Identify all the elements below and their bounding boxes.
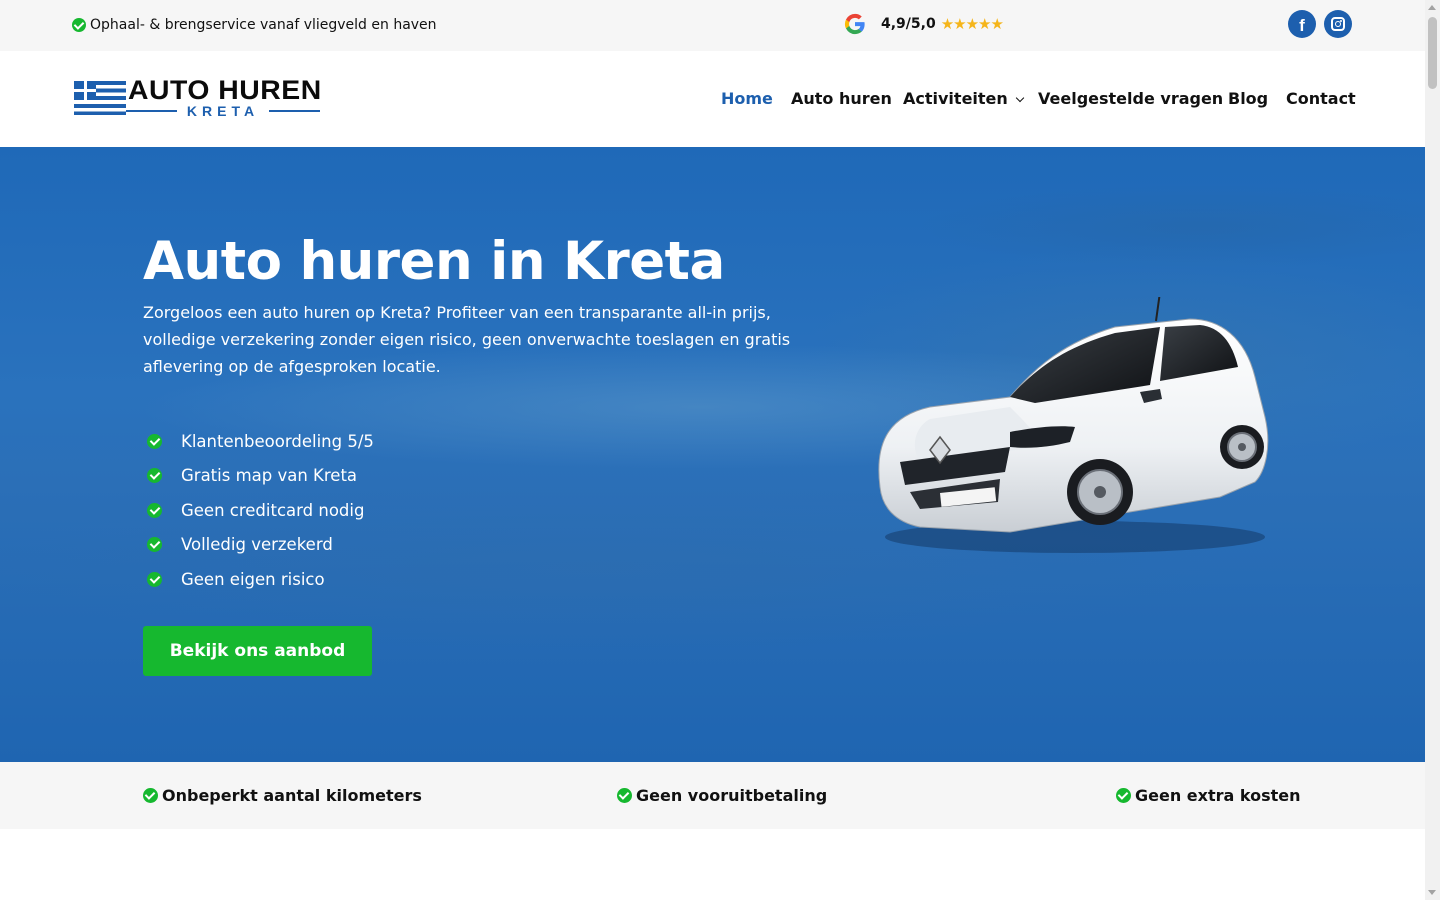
feature-text: Geen eigen risico bbox=[181, 569, 325, 589]
benefit-item: Geen extra kosten bbox=[1116, 786, 1301, 805]
nav-blog[interactable]: Blog bbox=[1228, 89, 1268, 108]
check-circle-icon bbox=[1116, 788, 1131, 803]
hero-section: Auto huren in Kreta Zorgeloos een auto h… bbox=[0, 147, 1425, 762]
view-offer-button[interactable]: Bekijk ons aanbod bbox=[143, 626, 372, 676]
google-rating: 4,9/5,0 ★★★★★ bbox=[844, 13, 1004, 35]
instagram-icon bbox=[1331, 17, 1345, 31]
promo-text: Ophaal- & brengservice vanaf vliegveld e… bbox=[90, 17, 437, 33]
feature-item: Geen creditcard nodig bbox=[147, 493, 374, 528]
site-header: AUTO HUREN KRETA Home Auto huren Activit… bbox=[0, 51, 1425, 147]
check-circle-icon bbox=[147, 537, 162, 553]
check-circle-icon bbox=[72, 18, 86, 32]
benefit-item: Geen vooruitbetaling bbox=[617, 786, 827, 805]
feature-text: Volledig verzekerd bbox=[181, 535, 333, 555]
benefit-text: Onbeperkt aantal kilometers bbox=[162, 786, 422, 805]
logo-subtitle-text: KRETA bbox=[186, 103, 260, 119]
check-circle-icon bbox=[147, 433, 162, 449]
instagram-button[interactable] bbox=[1324, 10, 1352, 38]
chevron-down-icon bbox=[1015, 93, 1025, 103]
scrollbar[interactable] bbox=[1425, 0, 1440, 900]
car-image bbox=[878, 297, 1269, 553]
scrollbar-thumb[interactable] bbox=[1428, 17, 1437, 89]
hero-title: Auto huren in Kreta bbox=[143, 231, 725, 292]
check-circle-icon bbox=[143, 788, 158, 803]
feature-item: Klantenbeoordeling 5/5 bbox=[147, 424, 374, 459]
check-circle-icon bbox=[147, 502, 162, 518]
hero-description: Zorgeloos een auto huren op Kreta? Profi… bbox=[143, 303, 791, 376]
check-circle-icon bbox=[617, 788, 632, 803]
rating-score: 4,9/5,0 bbox=[881, 16, 936, 32]
nav-veelgestelde-vragen[interactable]: Veelgestelde vragen bbox=[1038, 89, 1223, 108]
scroll-down-arrow-icon[interactable] bbox=[1428, 890, 1436, 895]
check-circle-icon bbox=[147, 571, 162, 587]
instagram-link[interactable] bbox=[1324, 10, 1352, 38]
facebook-link[interactable]: f bbox=[1288, 10, 1316, 38]
nav-activiteiten[interactable]: Activiteiten bbox=[903, 89, 1025, 108]
benefit-text: Geen vooruitbetaling bbox=[636, 786, 828, 805]
nav-auto-huren[interactable]: Auto huren bbox=[791, 89, 892, 108]
greek-flag-icon bbox=[74, 81, 126, 115]
feature-text: Klantenbeoordeling 5/5 bbox=[181, 431, 374, 451]
facebook-button[interactable]: f bbox=[1288, 10, 1316, 38]
feature-item: Volledig verzekerd bbox=[147, 528, 374, 563]
promo-message: Ophaal- & brengservice vanaf vliegveld e… bbox=[72, 17, 437, 33]
top-bar: Ophaal- & brengservice vanaf vliegveld e… bbox=[0, 0, 1425, 51]
site-logo[interactable]: AUTO HUREN KRETA bbox=[74, 75, 324, 119]
feature-item: Geen eigen risico bbox=[147, 562, 374, 597]
facebook-icon: f bbox=[1299, 15, 1305, 35]
feature-item: Gratis map van Kreta bbox=[147, 459, 374, 494]
nav-home[interactable]: Home bbox=[721, 89, 773, 108]
logo-subtitle: KRETA bbox=[126, 103, 320, 119]
feature-text: Gratis map van Kreta bbox=[181, 466, 358, 486]
feature-list: Klantenbeoordeling 5/5 Gratis map van Kr… bbox=[147, 424, 374, 597]
rating-stars: ★★★★★ bbox=[940, 14, 1004, 33]
check-circle-icon bbox=[147, 468, 162, 484]
benefit-item: Onbeperkt aantal kilometers bbox=[143, 786, 422, 805]
nav-contact[interactable]: Contact bbox=[1286, 89, 1356, 108]
benefit-text: Geen extra kosten bbox=[1135, 786, 1301, 805]
scroll-up-arrow-icon[interactable] bbox=[1428, 5, 1436, 10]
benefits-bar: Onbeperkt aantal kilometers Geen vooruit… bbox=[0, 762, 1425, 829]
logo-title: AUTO HUREN bbox=[128, 75, 322, 105]
nav-activiteiten-label: Activiteiten bbox=[903, 89, 1008, 108]
google-icon bbox=[844, 13, 865, 35]
feature-text: Geen creditcard nodig bbox=[181, 500, 365, 520]
